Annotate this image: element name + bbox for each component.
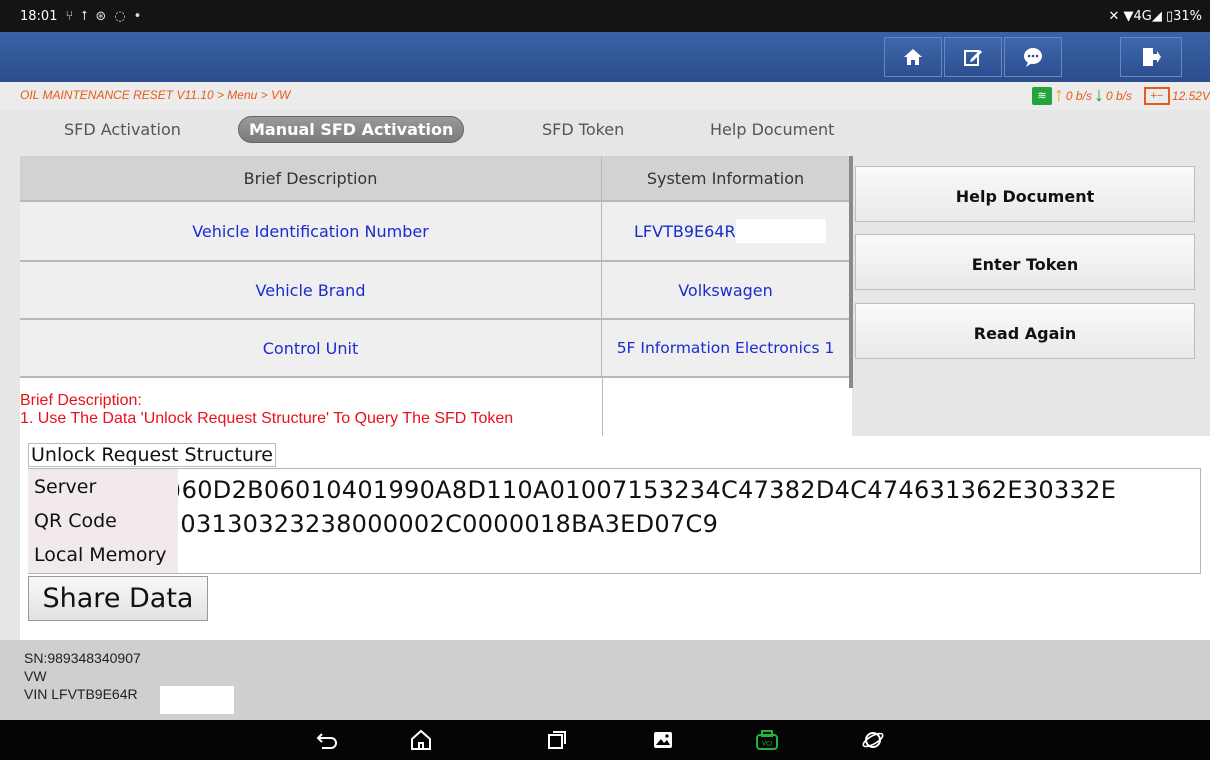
menu-item-local-memory[interactable]: Local Memory xyxy=(34,544,167,566)
gallery-icon xyxy=(654,732,672,748)
back-icon xyxy=(316,733,337,749)
status-right: ✕ ▼4G◢ ▯31% xyxy=(1108,8,1202,24)
tab-sfd-token[interactable]: SFD Token xyxy=(542,120,624,139)
android-nav-bar: VCI xyxy=(0,720,1210,760)
wifi-icon: ≋ xyxy=(1031,86,1052,105)
tab-bar: SFD Activation Manual SFD Activation SFD… xyxy=(20,112,850,154)
row-label-vin: Vehicle Identification Number xyxy=(20,202,602,262)
tab-manual-sfd-activation[interactable]: Manual SFD Activation xyxy=(238,116,465,143)
network-status: ≋ ↑ 0 b/s ↓ 0 b/s +− 12.52V xyxy=(1031,84,1210,107)
home-nav-icon xyxy=(411,729,431,750)
status-bar: 18:01 ⑂ ⭡ ⊛ ◌ • ✕ ▼4G◢ ▯31% xyxy=(0,0,1210,32)
footer-vin-redaction xyxy=(160,686,234,714)
upload-speed: 0 b/s xyxy=(1065,88,1092,103)
battery-icon: +− xyxy=(1143,86,1170,105)
status-time: 18:01 xyxy=(20,8,58,24)
help-document-button[interactable]: Help Document xyxy=(855,166,1195,222)
row-value-control-unit: 5F Information Electronics 1 xyxy=(602,320,850,378)
download-arrow-icon: ↓ xyxy=(1093,84,1104,106)
serial-number: SN:989348340907 xyxy=(24,650,141,666)
download-speed: 0 b/s xyxy=(1105,88,1132,103)
home-button[interactable] xyxy=(884,37,942,77)
edit-icon xyxy=(964,50,982,66)
column-divider xyxy=(602,378,603,436)
recents-icon xyxy=(548,731,566,749)
share-data-button[interactable]: Share Data xyxy=(28,576,208,621)
vin-redaction xyxy=(735,219,826,243)
row-label-control-unit: Control Unit xyxy=(20,320,602,378)
unlock-request-panel: )60D2B06010401990A8D110A01007153234C4738… xyxy=(20,436,1210,640)
row-value-brand: Volkswagen xyxy=(602,262,850,320)
dot-icon: • xyxy=(133,8,142,24)
vci-icon: VCI xyxy=(756,730,778,750)
exit-button[interactable] xyxy=(1120,37,1182,77)
menu-item-server[interactable]: Server xyxy=(34,476,96,498)
settings-icon: ⊛ xyxy=(95,8,107,24)
row-label-brand: Vehicle Brand xyxy=(20,262,602,320)
voltage: 12.52V xyxy=(1171,88,1210,103)
read-again-button[interactable]: Read Again xyxy=(855,303,1195,359)
row-value-vin: LFVTB9E64R xyxy=(602,202,850,262)
tab-help-document[interactable]: Help Document xyxy=(710,120,834,139)
header-system-information: System Information xyxy=(602,156,850,202)
breadcrumb-bar: OIL MAINTENANCE RESET V11.10 > Menu > VW… xyxy=(0,82,1210,110)
upload-icon: ⭡ xyxy=(81,8,88,24)
device-info-footer: SN:989348340907 VW VIN LFVTB9E64R xyxy=(0,640,1210,720)
browser-icon xyxy=(862,732,884,748)
upload-arrow-icon: ↑ xyxy=(1053,84,1064,106)
message-icon xyxy=(1024,48,1042,67)
description-title: Brief Description: xyxy=(20,392,142,409)
message-button[interactable] xyxy=(1004,37,1062,77)
svg-text:VCI: VCI xyxy=(762,742,772,748)
menu-item-qr-code[interactable]: QR Code xyxy=(34,510,117,532)
info-table: Brief Description System Information Veh… xyxy=(20,156,852,436)
browser-button[interactable] xyxy=(860,728,886,752)
table-scrollbar[interactable] xyxy=(849,156,853,388)
tab-sfd-activation[interactable]: SFD Activation xyxy=(64,120,181,139)
edit-button[interactable] xyxy=(944,37,1002,77)
gallery-button[interactable] xyxy=(650,728,676,752)
footer-vin: VIN LFVTB9E64R xyxy=(24,686,138,702)
header-brief-description: Brief Description xyxy=(20,156,602,202)
back-button[interactable] xyxy=(314,728,340,752)
home-icon xyxy=(904,49,922,65)
vehicle-make: VW xyxy=(24,668,47,684)
vin-value: LFVTB9E64R xyxy=(634,221,736,241)
vci-button[interactable]: VCI xyxy=(754,728,780,752)
chat-icon: ◌ xyxy=(114,8,126,24)
app-header xyxy=(0,32,1210,82)
enter-token-button[interactable]: Enter Token xyxy=(855,234,1195,290)
unlock-data-line-1: )60D2B06010401990A8D110A01007153234C4738… xyxy=(172,476,1117,504)
home-nav-button[interactable] xyxy=(408,728,434,752)
share-target-menu: Server QR Code Local Memory xyxy=(28,469,178,573)
recents-button[interactable] xyxy=(544,728,570,752)
usb-icon: ⑂ xyxy=(65,8,74,24)
exit-icon xyxy=(1143,48,1161,66)
description-line: 1. Use The Data 'Unlock Request Structur… xyxy=(20,410,514,427)
breadcrumb: OIL MAINTENANCE RESET V11.10 > Menu > VW xyxy=(20,88,291,102)
unlock-data-line-2: ;03130323238000002C0000018BA3ED07C9 xyxy=(172,510,719,538)
unlock-request-label: Unlock Request Structure xyxy=(28,443,276,467)
brief-description-box: Brief Description: 1. Use The Data 'Unlo… xyxy=(20,378,602,436)
